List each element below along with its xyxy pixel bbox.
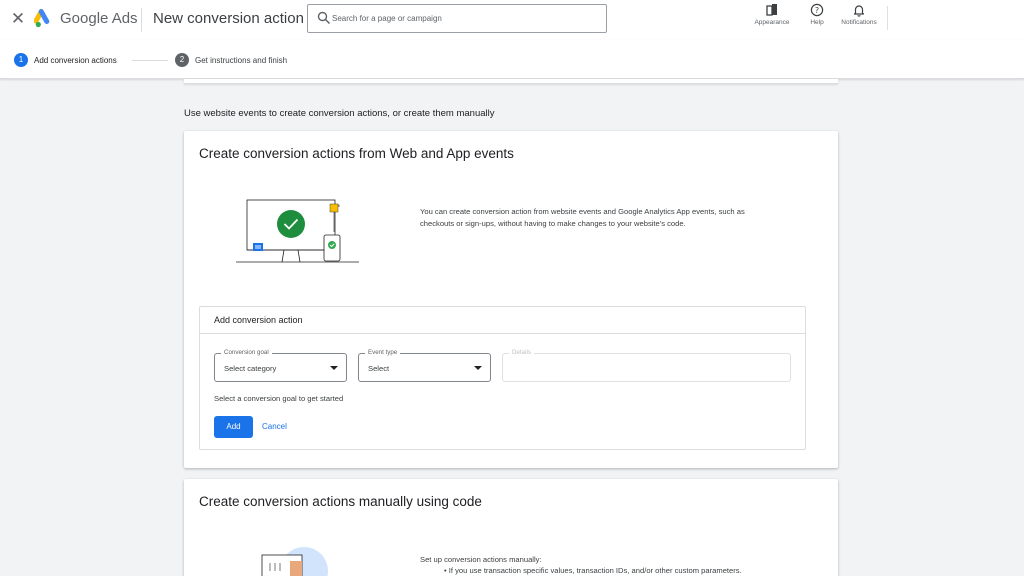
svg-text:?: ? [815,6,819,15]
add-button[interactable]: Add [214,416,253,438]
details-label: Details [509,349,534,356]
previous-card-edge [184,79,838,84]
event-type-select[interactable]: Event type Select [358,349,491,382]
dropdown-arrow-icon [474,366,482,370]
section-intro: Use website events to create conversion … [184,108,495,119]
details-field: Details [502,349,791,382]
search-input[interactable] [332,9,592,28]
step-2-number: 2 [175,53,189,67]
code-illustration [261,547,328,576]
help-button[interactable]: ? Help [800,3,834,26]
search-box[interactable] [307,4,607,33]
progress-stepper: 1 Add conversion actions 2 Get instructi… [0,40,1024,79]
help-icon: ? [810,3,824,17]
step-connector [132,60,168,61]
help-label: Help [810,19,824,26]
monitor-illustration [236,199,359,263]
manual-code-card: Create conversion actions manually using… [184,479,838,576]
manual-card-bullet: • If you use transaction specific values… [444,566,742,575]
cancel-button[interactable]: Cancel [262,416,287,438]
event-type-value: Select [368,364,390,373]
conversion-goal-label: Conversion goal [221,349,272,356]
web-app-events-card: Create conversion actions from Web and A… [184,131,838,468]
event-type-label: Event type [365,349,401,356]
manual-card-description: Set up conversion actions manually: [420,555,542,564]
conversion-goal-value: Select category [224,364,277,373]
notifications-button[interactable]: Notifications [834,3,884,26]
search-icon [317,11,331,25]
manual-card-bullet-text: If you use transaction specific values, … [448,566,742,575]
manual-card-title: Create conversion actions manually using… [199,494,482,509]
top-app-bar: ✕ Google Ads New conversion action Appea… [0,0,1024,40]
appearance-button[interactable]: Appearance [748,3,796,26]
appearance-icon [766,4,777,16]
panel-title: Add conversion action [214,315,303,325]
header-divider [141,8,142,32]
close-icon[interactable]: ✕ [9,10,27,28]
helper-text: Select a conversion goal to get started [214,394,344,403]
page-title: New conversion action [153,10,304,27]
panel-header: Add conversion action [200,307,805,334]
notifications-label: Notifications [841,19,877,26]
step-2-label[interactable]: Get instructions and finish [195,56,287,65]
product-name: Google Ads [60,10,138,27]
step-1-label[interactable]: Add conversion actions [34,56,117,65]
dropdown-arrow-icon [330,366,338,370]
appearance-label: Appearance [754,19,790,26]
bell-icon [853,5,865,17]
google-ads-logo [34,9,50,28]
events-card-description: You can create conversion action from we… [420,207,745,228]
add-conversion-panel: Add conversion action Conversion goal Se… [199,306,806,450]
toolbar-divider [887,6,888,30]
events-card-title: Create conversion actions from Web and A… [199,146,514,161]
step-1-number: 1 [14,53,28,67]
conversion-goal-select[interactable]: Conversion goal Select category [214,349,347,382]
